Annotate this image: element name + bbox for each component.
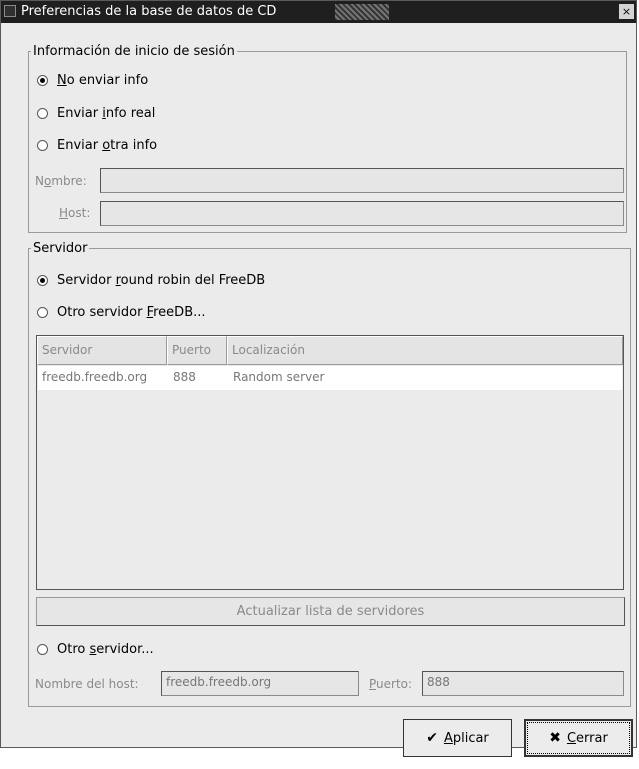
titlebar-decoration — [335, 4, 389, 20]
name-label: Nombre: — [35, 174, 87, 188]
hostname-field[interactable]: freedb.freedb.org — [161, 671, 359, 696]
name-field[interactable] — [100, 168, 624, 193]
host-field[interactable] — [100, 201, 624, 226]
column-header-port[interactable]: Puerto — [167, 336, 227, 365]
radio-label: Otro servidor FreeDB... — [57, 304, 206, 320]
server-legend: Servidor — [31, 241, 90, 256]
radio-label: Enviar otra info — [57, 137, 158, 153]
port-field[interactable]: 888 — [422, 671, 624, 696]
radio-round-robin-server[interactable]: Servidor round robin del FreeDB — [37, 270, 265, 290]
cell-port: 888 — [173, 370, 196, 384]
radio-send-other-info[interactable]: Enviar otra info — [37, 135, 157, 155]
radio-indicator — [37, 306, 48, 318]
radio-other-freedb-server[interactable]: Otro servidor FreeDB... — [37, 302, 206, 322]
column-header-server[interactable]: Servidor — [37, 336, 167, 365]
radio-send-real-info[interactable]: Enviar info real — [37, 103, 155, 123]
check-icon: ✔ — [426, 730, 438, 746]
radio-no-send-info[interactable]: No enviar info — [37, 70, 148, 90]
apply-button[interactable]: ✔ Aplicar — [403, 719, 512, 757]
cell-server: freedb.freedb.org — [42, 370, 148, 384]
server-list[interactable]: Servidor Puerto Localización freedb.free… — [36, 335, 624, 590]
radio-indicator — [37, 139, 48, 151]
radio-label: No enviar info — [57, 72, 149, 88]
x-icon: ✖ — [549, 730, 561, 746]
radio-indicator — [37, 74, 48, 86]
port-label: Puerto: — [369, 677, 413, 691]
radio-indicator — [37, 107, 48, 119]
close-button[interactable]: ✖ Cerrar — [524, 719, 633, 757]
radio-label: Enviar info real — [57, 105, 156, 121]
host-label: Host: — [59, 206, 91, 220]
apply-button-label: Aplicar — [443, 730, 489, 746]
column-header-location[interactable]: Localización — [227, 336, 623, 365]
radio-label: Otro servidor... — [57, 641, 154, 657]
radio-indicator — [37, 643, 48, 655]
window-title: Preferencias de la base de datos de CD — [21, 4, 277, 19]
window-menu-icon[interactable] — [4, 5, 16, 17]
server-list-header: Servidor Puerto Localización — [37, 336, 623, 365]
close-window-icon[interactable]: × — [619, 4, 634, 19]
close-button-label: Cerrar — [566, 730, 608, 746]
preferences-window: Preferencias de la base de datos de CD ×… — [0, 0, 637, 757]
hostname-label: Nombre del host: — [35, 677, 139, 691]
title-bar[interactable]: Preferencias de la base de datos de CD × — [1, 1, 636, 23]
radio-other-server[interactable]: Otro servidor... — [37, 639, 154, 659]
cell-location: Random server — [233, 370, 325, 384]
table-row[interactable]: freedb.freedb.org 888 Random server — [38, 366, 622, 390]
login-info-legend: Información de inicio de sesión — [31, 44, 237, 59]
update-server-list-button[interactable]: Actualizar lista de servidores — [36, 597, 625, 626]
radio-label: Servidor round robin del FreeDB — [57, 272, 266, 288]
radio-indicator — [37, 274, 48, 286]
